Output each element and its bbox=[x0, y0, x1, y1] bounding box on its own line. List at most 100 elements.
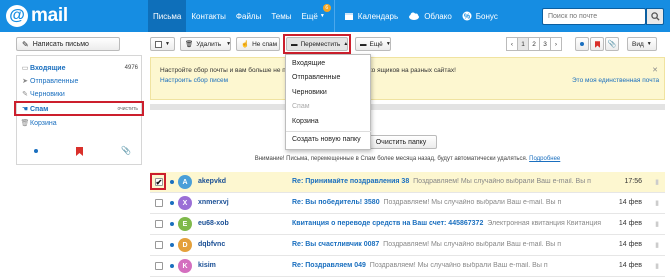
move-to-spam: Спам bbox=[292, 103, 310, 110]
next-page-button[interactable]: › bbox=[550, 37, 562, 51]
setup-collection-link[interactable]: Настроить сбор писем bbox=[160, 77, 228, 84]
select-all-checkbox[interactable]: ▼ bbox=[150, 37, 175, 51]
more-button[interactable]: ▬ Ещё ▼ bbox=[355, 37, 391, 51]
flag-icon[interactable]: ▮ bbox=[655, 178, 659, 186]
spam-warning: Внимание! Письма, перемещенные в Спам бо… bbox=[150, 156, 665, 162]
page-label: 1 bbox=[521, 40, 525, 48]
move-to-drafts[interactable]: Черновики bbox=[292, 89, 327, 96]
chevron-down-icon: ▼ bbox=[226, 41, 232, 47]
attachment-filter-button[interactable]: 📎 bbox=[605, 37, 619, 51]
nav-label: Темы bbox=[271, 11, 292, 21]
folder-trash[interactable]: 🗑 Корзина bbox=[20, 118, 141, 128]
preview-text: Электронная квитанция Квитанция bbox=[487, 220, 602, 227]
folder-sent[interactable]: ➤ Отправленные bbox=[20, 76, 141, 86]
search-button[interactable] bbox=[646, 8, 664, 25]
flag-icon[interactable]: ▮ bbox=[655, 262, 659, 270]
preview-text: Поздравляем! Мы случайно выбрали Ваш e-m… bbox=[369, 262, 548, 269]
more-info-link[interactable]: Подробнее bbox=[529, 156, 560, 162]
subject-text: Re: Вы победитель! 3580 bbox=[292, 199, 380, 206]
nav-cloud[interactable]: Облако bbox=[403, 0, 457, 32]
svg-text:%: % bbox=[464, 14, 471, 21]
flag-icon[interactable]: ▮ bbox=[655, 241, 659, 249]
preview-text: Поздравляем! Мы случайно выбрали Ваш e-m… bbox=[383, 199, 562, 206]
not-spam-button[interactable]: ☝ Не спам bbox=[236, 37, 280, 51]
delete-button[interactable]: 🗑 Удалить ▼ bbox=[180, 37, 231, 51]
nav-bonus[interactable]: % Бонус bbox=[457, 0, 503, 32]
nav-label: Календарь bbox=[357, 11, 399, 21]
flag-filter-icon[interactable] bbox=[76, 147, 83, 156]
mail-row[interactable]: K kisim Re: Поздравляем 049 Поздравляем!… bbox=[150, 256, 665, 277]
mail-row[interactable]: D dqbfvnc Re: Вы счастливчик 0087 Поздра… bbox=[150, 235, 665, 256]
unread-dot-icon[interactable] bbox=[170, 264, 174, 268]
page-label: 2 bbox=[532, 40, 536, 48]
compose-button[interactable]: ✎ Написать письмо bbox=[16, 37, 120, 51]
percent-icon: % bbox=[462, 11, 472, 21]
preview-text: Поздравляем! Мы случайно выбрали Ваш e-m… bbox=[413, 178, 591, 185]
chevron-left-icon: ‹ bbox=[510, 40, 514, 48]
mail-logo[interactable]: @ mail bbox=[6, 4, 68, 28]
folder-label: Черновики bbox=[30, 90, 65, 98]
avatar: D bbox=[178, 238, 192, 252]
clear-folder-button[interactable]: Очистить папку bbox=[365, 135, 437, 149]
logo-at-icon: @ bbox=[6, 5, 28, 27]
paperclip-icon: 📎 bbox=[607, 41, 617, 48]
delete-label: Удалить bbox=[196, 40, 222, 48]
nav-themes[interactable]: Темы bbox=[266, 0, 296, 32]
row-checkbox[interactable] bbox=[155, 220, 163, 228]
nav-calendar[interactable]: Календарь bbox=[339, 0, 403, 32]
folder-label: Входящие bbox=[30, 64, 66, 72]
row-checkbox[interactable] bbox=[155, 199, 163, 207]
close-icon[interactable]: ✕ bbox=[652, 66, 658, 74]
folder-label: Корзина bbox=[30, 119, 57, 127]
nav-more[interactable]: Ещё ▼ 6 bbox=[296, 0, 331, 32]
move-to-trash[interactable]: Корзина bbox=[292, 118, 319, 125]
nav-files[interactable]: Файлы bbox=[231, 0, 266, 32]
pencil-icon: ✎ bbox=[22, 39, 29, 49]
row-checkbox[interactable] bbox=[155, 262, 163, 270]
only-mail-link[interactable]: Это моя единственная почта bbox=[572, 77, 659, 84]
attachment-filter-icon[interactable]: 📎 bbox=[121, 146, 131, 155]
create-folder-item[interactable]: Создать новую папку bbox=[292, 136, 361, 143]
mail-subject: Re: Принимайте поздравления 38 Поздравля… bbox=[292, 178, 614, 185]
folder-inbox[interactable]: ▭ Входящие 4976 bbox=[20, 63, 141, 73]
move-to-sent[interactable]: Отправленные bbox=[292, 74, 340, 81]
mail-row[interactable]: E eu68-xob Квитанция о переводе средств … bbox=[150, 214, 665, 235]
unread-dot-icon[interactable] bbox=[170, 180, 174, 184]
mail-date: 17:56 bbox=[624, 178, 642, 185]
folder-label: Отправленные bbox=[30, 77, 79, 85]
pagination: ‹ 1 2 3 › bbox=[506, 37, 562, 51]
nav-divider bbox=[333, 0, 335, 32]
sender: akepvkd bbox=[198, 178, 227, 185]
folder-count: 4976 bbox=[124, 65, 138, 71]
unread-dot-icon[interactable] bbox=[170, 222, 174, 226]
subject-text: Re: Поздравляем 049 bbox=[292, 262, 366, 269]
unread-dot-icon[interactable] bbox=[170, 201, 174, 205]
nav-letters[interactable]: Письма bbox=[148, 0, 187, 32]
unread-dot-icon[interactable] bbox=[170, 243, 174, 247]
chevron-down-icon: ▼ bbox=[165, 41, 170, 47]
search-input[interactable] bbox=[542, 8, 646, 25]
folder-drafts[interactable]: ✎ Черновики bbox=[20, 89, 141, 99]
mail-date: 14 фев bbox=[618, 220, 642, 227]
view-button[interactable]: Вид ▼ bbox=[627, 37, 657, 51]
sender: dqbfvnc bbox=[198, 241, 226, 248]
flag-filter-button[interactable] bbox=[590, 37, 604, 51]
flag-icon[interactable]: ▮ bbox=[655, 199, 659, 207]
unread-filter-icon[interactable] bbox=[34, 149, 38, 153]
avatar: X bbox=[178, 196, 192, 210]
unread-filter-button[interactable] bbox=[575, 37, 589, 51]
cloud-icon bbox=[409, 12, 420, 20]
folder-icon: ▬ bbox=[360, 40, 367, 48]
mail-subject: Re: Вы победитель! 3580 Поздравляем! Мы … bbox=[292, 199, 614, 206]
sent-icon: ➤ bbox=[22, 78, 28, 85]
mail-row[interactable]: ✔ A akepvkd Re: Принимайте поздравления … bbox=[150, 172, 665, 193]
move-to-inbox[interactable]: Входящие bbox=[292, 60, 325, 67]
sender: xnmerxvj bbox=[198, 199, 229, 206]
row-checkbox[interactable] bbox=[155, 241, 163, 249]
move-highlight bbox=[283, 34, 351, 54]
nav-contacts[interactable]: Контакты bbox=[186, 0, 231, 32]
flag-icon[interactable]: ▮ bbox=[655, 220, 659, 228]
mail-row[interactable]: X xnmerxvj Re: Вы победитель! 3580 Поздр… bbox=[150, 193, 665, 214]
page-label: 3 bbox=[543, 40, 547, 48]
inbox-icon: ▭ bbox=[21, 65, 29, 72]
